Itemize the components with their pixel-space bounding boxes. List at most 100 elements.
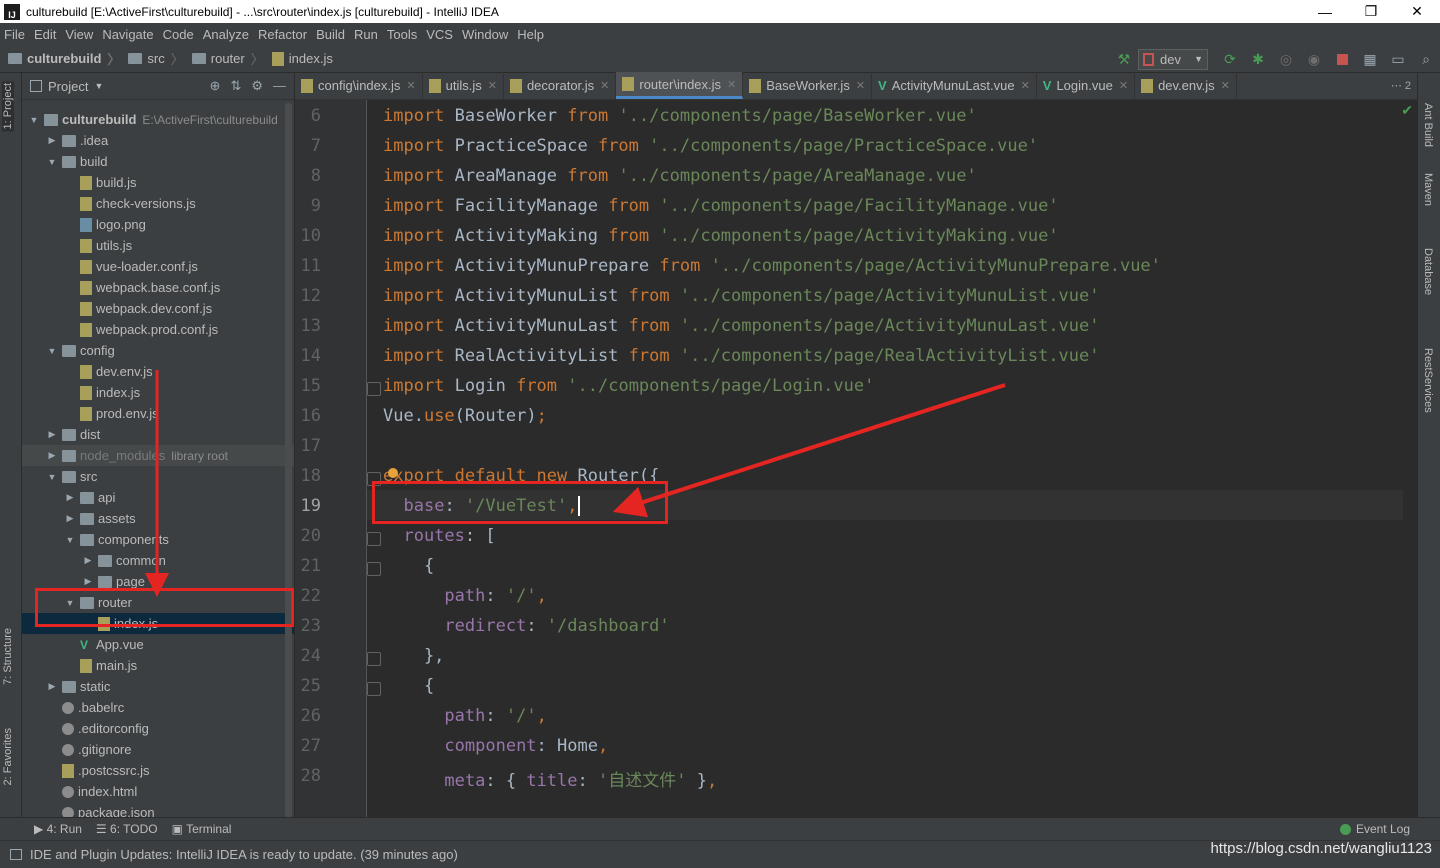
tree-item[interactable]: ▶ assets: [22, 508, 294, 529]
expand-arrow-icon[interactable]: ▼: [64, 535, 76, 545]
fold-marker-icon[interactable]: [367, 682, 381, 696]
collapse-arrow-icon[interactable]: ▶: [46, 681, 58, 692]
close-tab-icon[interactable]: ✕: [406, 79, 415, 92]
tree-item[interactable]: ▶ static: [22, 676, 294, 697]
collapse-arrow-icon[interactable]: ▶: [64, 513, 76, 524]
menu-item-navigate[interactable]: Navigate: [102, 27, 153, 42]
tree-item[interactable]: vue-loader.conf.js: [22, 256, 294, 277]
collapse-arrow-icon[interactable]: ▶: [46, 429, 58, 440]
code-editor[interactable]: 6 7 8 9 10 11 12 13 14 15 16 17 18 19 20 21 22 23 24 25 26 27…: [295, 100, 1417, 817]
collapse-arrow-icon[interactable]: ▶: [46, 450, 58, 461]
project-structure-icon[interactable]: ▦: [1358, 47, 1382, 71]
tree-item[interactable]: .babelrc: [22, 697, 294, 718]
window-toggle-icon[interactable]: [10, 849, 22, 860]
breadcrumb-router[interactable]: router 〉: [191, 49, 264, 68]
menu-item-run[interactable]: Run: [354, 27, 378, 42]
breadcrumb-project[interactable]: culturebuild 〉: [8, 49, 120, 68]
tree-item[interactable]: main.js: [22, 655, 294, 676]
close-tab-icon[interactable]: ✕: [600, 79, 609, 92]
editor-tab[interactable]: BaseWorker.js ✕: [743, 72, 873, 99]
expand-arrow-icon[interactable]: ▼: [46, 472, 58, 482]
tree-item[interactable]: prod.env.js: [22, 403, 294, 424]
expand-arrow-icon[interactable]: ▼: [28, 115, 40, 125]
collapse-arrow-icon[interactable]: ▶: [82, 576, 94, 587]
tree-item[interactable]: index.html: [22, 781, 294, 802]
expand-arrow-icon[interactable]: ▼: [46, 157, 58, 167]
run-config-select[interactable]: dev ▼: [1138, 48, 1208, 70]
expand-arrow-icon[interactable]: ▼: [46, 346, 58, 356]
project-panel-title[interactable]: Project: [48, 79, 88, 94]
close-tab-icon[interactable]: ✕: [1119, 79, 1128, 92]
profile-icon[interactable]: ◉: [1302, 47, 1326, 71]
tree-item[interactable]: .gitignore: [22, 739, 294, 760]
menu-item-refactor[interactable]: Refactor: [258, 27, 307, 42]
editor-tab[interactable]: V Login.vue ✕: [1037, 72, 1136, 99]
menu-item-vcs[interactable]: VCS: [426, 27, 453, 42]
run-icon[interactable]: ⟳: [1218, 47, 1242, 71]
fold-marker-icon[interactable]: [367, 382, 381, 396]
terminal-tool-tab[interactable]: ▣ Terminal: [172, 822, 232, 836]
menu-item-build[interactable]: Build: [316, 27, 345, 42]
menu-item-window[interactable]: Window: [462, 27, 508, 42]
menu-item-analyze[interactable]: Analyze: [203, 27, 249, 42]
project-scrollbar[interactable]: [285, 103, 292, 817]
tree-item[interactable]: ▶ .idea: [22, 130, 294, 151]
maximize-button[interactable]: ❐: [1348, 0, 1394, 23]
menu-item-edit[interactable]: Edit: [34, 27, 56, 42]
tree-item[interactable]: package.json: [22, 802, 294, 817]
restservices-tool-tab[interactable]: RestServices: [1422, 348, 1434, 413]
tree-item[interactable]: webpack.dev.conf.js: [22, 298, 294, 319]
tree-item[interactable]: ▼ components: [22, 529, 294, 550]
tree-item[interactable]: dev.env.js: [22, 361, 294, 382]
editor-tab[interactable]: router\index.js ✕: [616, 72, 744, 99]
tree-item[interactable]: ▼ config: [22, 340, 294, 361]
collapse-arrow-icon[interactable]: ▶: [64, 492, 76, 503]
close-tab-icon[interactable]: ✕: [1221, 79, 1230, 92]
editor-tab[interactable]: decorator.js ✕: [504, 72, 617, 99]
collapse-all-icon[interactable]: ⇅: [230, 78, 241, 94]
hammer-icon[interactable]: ⚒: [1112, 47, 1136, 71]
fold-marker-icon[interactable]: [367, 652, 381, 666]
status-message[interactable]: IDE and Plugin Updates: IntelliJ IDEA is…: [30, 847, 458, 862]
ant-build-tool-tab[interactable]: Ant Build: [1422, 103, 1434, 147]
close-tab-icon[interactable]: ✕: [856, 79, 865, 92]
coverage-icon[interactable]: ◎: [1274, 47, 1298, 71]
menu-item-file[interactable]: File: [4, 27, 25, 42]
tree-item[interactable]: V App.vue: [22, 634, 294, 655]
editor-tab[interactable]: config\index.js ✕: [295, 72, 423, 99]
breadcrumb-src[interactable]: src 〉: [128, 49, 184, 68]
more-tabs-button[interactable]: ⋯ 2: [1385, 72, 1417, 99]
tree-item[interactable]: webpack.base.conf.js: [22, 277, 294, 298]
tree-item[interactable]: ▶ api: [22, 487, 294, 508]
menu-item-help[interactable]: Help: [517, 27, 544, 42]
close-tab-icon[interactable]: ✕: [727, 78, 736, 91]
todo-tool-tab[interactable]: ☰ 6: TODO: [96, 822, 158, 836]
close-tab-icon[interactable]: ✕: [1021, 79, 1030, 92]
tree-item[interactable]: webpack.prod.conf.js: [22, 319, 294, 340]
editor-tab[interactable]: dev.env.js ✕: [1135, 72, 1237, 99]
tree-item[interactable]: ▼ culturebuild E:\ActiveFirst\culturebuild: [22, 109, 294, 130]
database-tool-tab[interactable]: Database: [1422, 248, 1434, 295]
menu-item-tools[interactable]: Tools: [387, 27, 417, 42]
tree-item[interactable]: .editorconfig: [22, 718, 294, 739]
favorites-tool-tab[interactable]: 2: Favorites: [2, 728, 14, 785]
event-log-tab[interactable]: Event Log: [1339, 822, 1410, 836]
close-tab-icon[interactable]: ✕: [488, 79, 497, 92]
tree-item[interactable]: ▶ dist: [22, 424, 294, 445]
tree-item[interactable]: check-versions.js: [22, 193, 294, 214]
tree-item[interactable]: utils.js: [22, 235, 294, 256]
gear-icon[interactable]: ⚙: [251, 78, 263, 94]
project-tool-tab[interactable]: 1: Project: [2, 81, 14, 132]
tree-item[interactable]: build.js: [22, 172, 294, 193]
search-everywhere-icon[interactable]: ⌕: [1414, 47, 1438, 71]
run-tool-tab[interactable]: ▶ 4: Run: [34, 822, 82, 836]
menu-item-view[interactable]: View: [65, 27, 93, 42]
tree-item[interactable]: index.js: [22, 382, 294, 403]
tree-item[interactable]: ▼ src: [22, 466, 294, 487]
tree-item[interactable]: ▼ build: [22, 151, 294, 172]
chevron-down-icon[interactable]: ▼: [94, 81, 103, 91]
editor-tab[interactable]: utils.js ✕: [423, 72, 504, 99]
tree-item[interactable]: ▶ node_modules library root: [22, 445, 294, 466]
fold-marker-icon[interactable]: [367, 562, 381, 576]
fold-marker-icon[interactable]: [367, 532, 381, 546]
